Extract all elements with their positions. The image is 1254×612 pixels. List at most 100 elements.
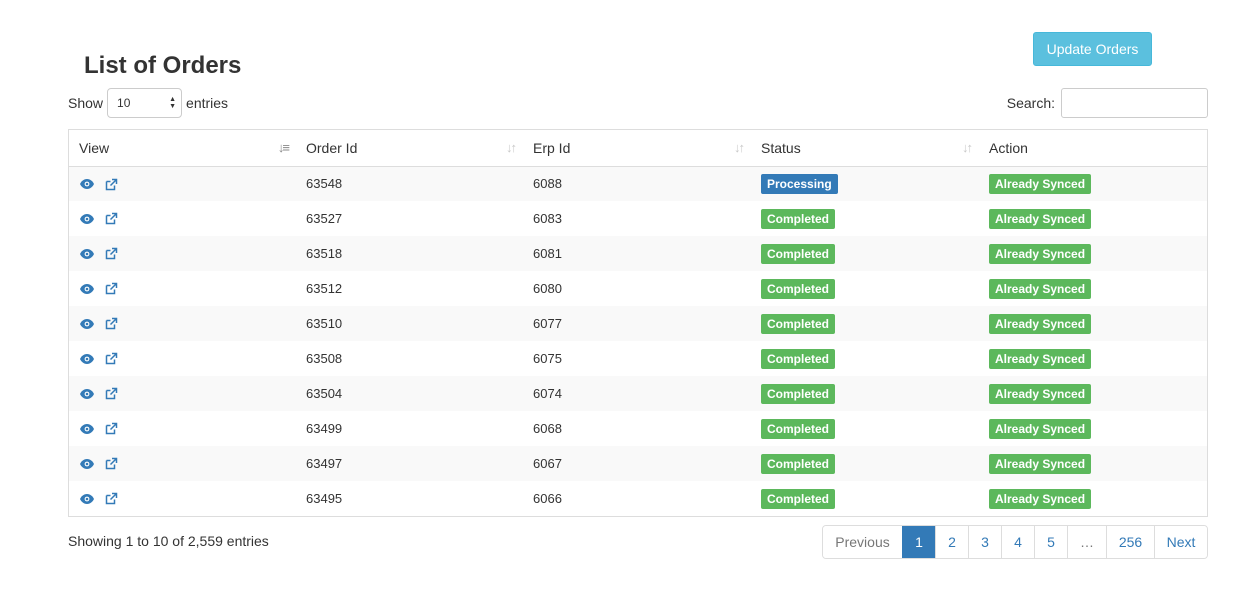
erp-id-cell: 6067 [523,446,751,481]
page-button-3[interactable]: 3 [968,526,1001,558]
status-badge: Completed [761,348,836,369]
external-link-icon[interactable] [103,421,119,437]
external-link-icon[interactable] [103,491,119,507]
column-header-erp-id[interactable]: Erp Id ↓↑ [523,130,751,167]
order-id-cell: 63510 [296,306,523,341]
status-badge: Completed [761,313,836,334]
table-row: 63510 6077 Completed Already Synced [69,306,1207,341]
eye-icon[interactable] [79,176,95,192]
table-row: 63495 6066 Completed Already Synced [69,481,1207,516]
sort-icon: ↓↑ [734,140,745,155]
status-badge: Processing [761,173,838,194]
external-link-icon[interactable] [103,176,119,192]
page-button-1[interactable]: 1 [902,526,935,558]
view-cell [69,201,296,236]
view-cell [69,166,296,201]
action-cell: Already Synced [979,306,1207,341]
external-link-icon[interactable] [103,316,119,332]
sync-status-badge: Already Synced [989,453,1092,474]
orders-table-container: View ↓≡ Order Id ↓↑ Erp Id ↓↑ Status ↓↑ … [68,129,1208,517]
table-row: 63527 6083 Completed Already Synced [69,201,1207,236]
view-cell [69,411,296,446]
status-cell: Completed [751,201,979,236]
next-page-button[interactable]: Next [1154,526,1207,558]
entries-per-page-value: 10 [117,96,131,110]
order-id-cell: 63499 [306,421,343,436]
view-cell [69,341,296,376]
sync-status-badge: Already Synced [989,418,1092,439]
eye-icon[interactable] [79,211,95,227]
eye-icon[interactable] [79,351,95,367]
column-header-status[interactable]: Status ↓↑ [751,130,979,167]
show-label: Show [68,95,104,111]
page-button-4[interactable]: 4 [1001,526,1034,558]
order-id-cell: 63504 [296,376,523,411]
update-orders-button[interactable]: Update Orders [1033,32,1152,66]
erp-id-cell: 6081 [523,236,751,271]
sync-status-badge: Already Synced [989,173,1092,194]
sort-icon: ↓↑ [506,140,517,155]
external-link-icon[interactable] [103,386,119,402]
search-input[interactable] [1061,88,1208,118]
external-link-icon[interactable] [103,211,119,227]
eye-icon[interactable] [79,281,95,297]
order-id-cell: 63495 [306,491,343,506]
erp-id-cell: 6068 [533,421,562,436]
view-cell [69,271,296,306]
order-id-cell: 63508 [306,351,343,366]
status-badge: Completed [761,208,836,229]
entries-per-page-select[interactable]: 10 ▲ ▼ [107,88,183,118]
table-row: 63497 6067 Completed Already Synced [69,446,1207,481]
page-button-5[interactable]: 5 [1034,526,1067,558]
eye-icon[interactable] [79,316,95,332]
status-badge: Completed [761,418,836,439]
external-link-icon[interactable] [103,281,119,297]
table-row: 63548 6088 Processing Already Synced [69,166,1207,201]
entries-length-control: Show 10 ▲ ▼ entries [68,88,228,118]
page-button-256[interactable]: 256 [1106,526,1154,558]
status-badge: Completed [761,488,836,509]
erp-id-cell: 6077 [523,306,751,341]
status-badge: Completed [761,453,836,474]
eye-icon[interactable] [79,421,95,437]
sync-status-badge: Already Synced [989,383,1092,404]
order-id-cell: 63527 [306,211,343,226]
page-title: List of Orders [84,52,242,79]
erp-id-cell: 6066 [533,491,562,506]
page-button-2[interactable]: 2 [935,526,968,558]
orders-table: View ↓≡ Order Id ↓↑ Erp Id ↓↑ Status ↓↑ … [69,130,1207,516]
action-cell: Already Synced [979,236,1207,271]
erp-id-cell: 6088 [523,166,751,201]
sync-status-badge: Already Synced [989,488,1092,509]
table-row: 63504 6074 Completed Already Synced [69,376,1207,411]
sync-status-badge: Already Synced [989,313,1092,334]
table-info: Showing 1 to 10 of 2,559 entries [68,533,269,549]
order-id-cell: 63512 [306,281,343,296]
external-link-icon[interactable] [103,351,119,367]
erp-id-cell: 6074 [523,376,751,411]
eye-icon[interactable] [79,491,95,507]
select-arrows-icon: ▲ ▼ [169,96,177,110]
table-row: 63499 6068 Completed Already Synced [69,411,1207,446]
eye-icon[interactable] [79,386,95,402]
previous-page-button[interactable]: Previous [823,526,902,558]
view-cell [69,376,296,411]
eye-icon[interactable] [79,246,95,262]
status-cell: Processing [751,166,979,201]
external-link-icon[interactable] [103,246,119,262]
column-header-order-id[interactable]: Order Id ↓↑ [296,130,523,167]
sync-status-badge: Already Synced [989,278,1092,299]
action-cell: Already Synced [979,201,1207,236]
status-badge: Completed [761,383,836,404]
status-cell: Completed [751,236,979,271]
external-link-icon[interactable] [103,456,119,472]
sort-icon: ↓↑ [962,140,973,155]
status-cell: Completed [751,411,979,446]
action-cell: Already Synced [979,376,1207,411]
status-badge: Completed [761,243,836,264]
search-label: Search: [1006,95,1055,111]
eye-icon[interactable] [79,456,95,472]
status-badge: Completed [761,278,836,299]
sync-status-badge: Already Synced [989,243,1092,264]
column-header-view[interactable]: View ↓≡ [69,130,296,167]
